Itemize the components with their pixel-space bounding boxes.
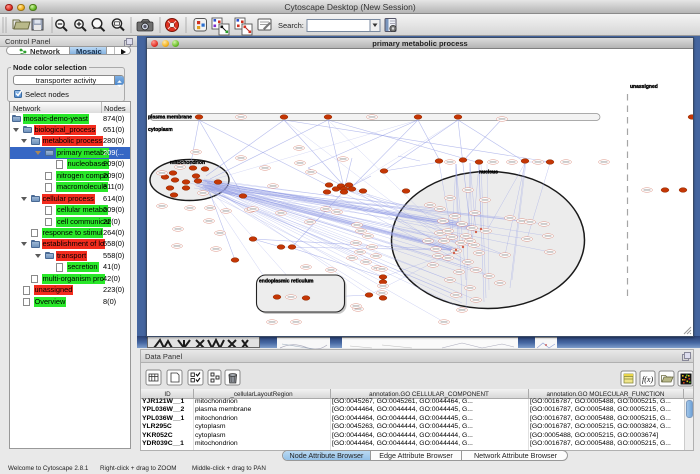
svg-text:unassigned: unassigned (630, 84, 658, 90)
svg-text:nucleus: nucleus (479, 170, 498, 176)
svg-text:Search:: Search: (278, 21, 304, 30)
svg-text:mitochondrion: mitochondrion (170, 160, 205, 166)
svg-text:plasma membrane: plasma membrane (148, 115, 192, 121)
svg-text:cytoplasm: cytoplasm (148, 127, 173, 133)
svg-text:endoplasmic reticulum: endoplasmic reticulum (259, 279, 314, 285)
svg-text:f(x): f(x) (642, 375, 653, 384)
